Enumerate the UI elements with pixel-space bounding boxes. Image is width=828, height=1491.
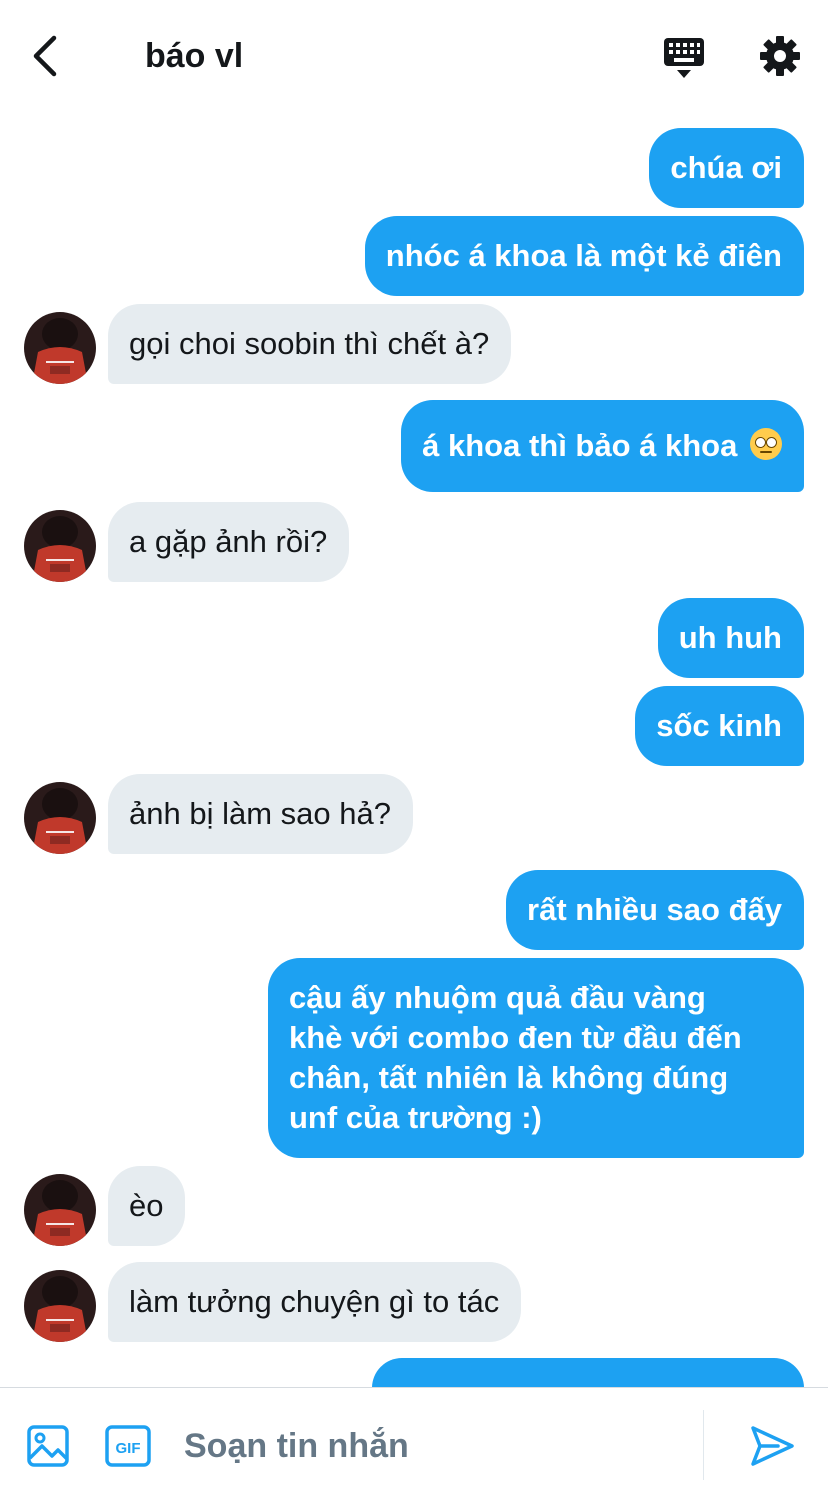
message-line: khè với combo đen từ đầu đến	[289, 1020, 742, 1055]
avatar-image	[24, 510, 96, 582]
sent-message[interactable]: uh huh	[657, 598, 804, 678]
rolling-eyes-emoji-icon	[750, 428, 782, 460]
message-line: cậu ấy nhuộm quả đầu vàng	[289, 980, 706, 1015]
avatar-image	[24, 312, 96, 384]
keyboard-icon	[664, 38, 704, 78]
received-message[interactable]: a gặp ảnh rồi?	[108, 502, 350, 582]
received-message[interactable]: gọi choi soobin thì chết à?	[108, 304, 512, 384]
message-text: làm tưởng chuyện gì to tác	[129, 1284, 500, 1319]
avatar[interactable]	[24, 312, 96, 384]
message-text: gọi choi soobin thì chết à?	[129, 326, 490, 361]
message-text: èo	[129, 1188, 164, 1223]
conversation-title: báo vl	[145, 37, 244, 75]
message-text: chúa ơi	[670, 150, 782, 185]
sent-message[interactable]: chúa ơi	[649, 128, 804, 208]
message-line: chân, tất nhiên là không đúng	[289, 1060, 729, 1095]
message-thread[interactable]: chúa ơi nhóc á khoa là một kẻ điên gọi c…	[0, 112, 828, 1387]
gif-icon: GIF	[105, 1425, 151, 1467]
conversation-header: báo vl	[0, 0, 828, 112]
message-text: ảnh bị làm sao hả?	[129, 796, 391, 831]
received-message[interactable]: làm tưởng chuyện gì to tác	[108, 1262, 522, 1342]
message-text: á khoa thì bảo á khoa	[422, 428, 738, 463]
sent-message[interactable]: rất nhiều sao đấy	[506, 870, 804, 950]
avatar[interactable]	[24, 510, 96, 582]
avatar-image	[24, 1174, 96, 1246]
message-text: sốc kinh	[656, 708, 782, 743]
message-line: unf của trường :)	[289, 1100, 542, 1135]
message-text: nhóc á khoa là một kẻ điên	[385, 238, 782, 273]
message-text: a gặp ảnh rồi?	[129, 524, 328, 559]
avatar-image	[24, 1270, 96, 1342]
message-composer: GIF	[0, 1387, 828, 1491]
chevron-left-icon	[33, 35, 57, 77]
composer-divider	[703, 1410, 704, 1480]
sent-message[interactable]: nhóc á khoa là một kẻ điên	[364, 216, 804, 296]
gif-label: GIF	[116, 1440, 141, 1457]
keyboard-button[interactable]	[660, 34, 708, 82]
sent-message-partial[interactable]	[372, 1358, 804, 1387]
send-button[interactable]	[748, 1424, 796, 1468]
received-message[interactable]: èo	[108, 1166, 186, 1246]
add-media-button[interactable]	[26, 1424, 70, 1468]
send-icon	[751, 1426, 794, 1466]
received-message[interactable]: ảnh bị làm sao hả?	[108, 774, 413, 854]
gear-icon	[760, 36, 800, 76]
message-text: rất nhiều sao đấy	[527, 892, 782, 927]
sent-message[interactable]: cậu ấy nhuộm quả đầu vàng khè với combo …	[268, 958, 804, 1158]
avatar-image	[24, 782, 96, 854]
message-text: uh huh	[678, 620, 782, 655]
back-button[interactable]	[28, 32, 68, 80]
avatar[interactable]	[24, 1174, 96, 1246]
settings-button[interactable]	[756, 32, 804, 80]
image-icon	[27, 1425, 69, 1467]
message-input[interactable]	[184, 1418, 684, 1474]
avatar[interactable]	[24, 782, 96, 854]
sent-message[interactable]: sốc kinh	[635, 686, 804, 766]
gif-button[interactable]: GIF	[104, 1424, 152, 1468]
sent-message[interactable]: á khoa thì bảo á khoa	[401, 400, 804, 492]
avatar[interactable]	[24, 1270, 96, 1342]
